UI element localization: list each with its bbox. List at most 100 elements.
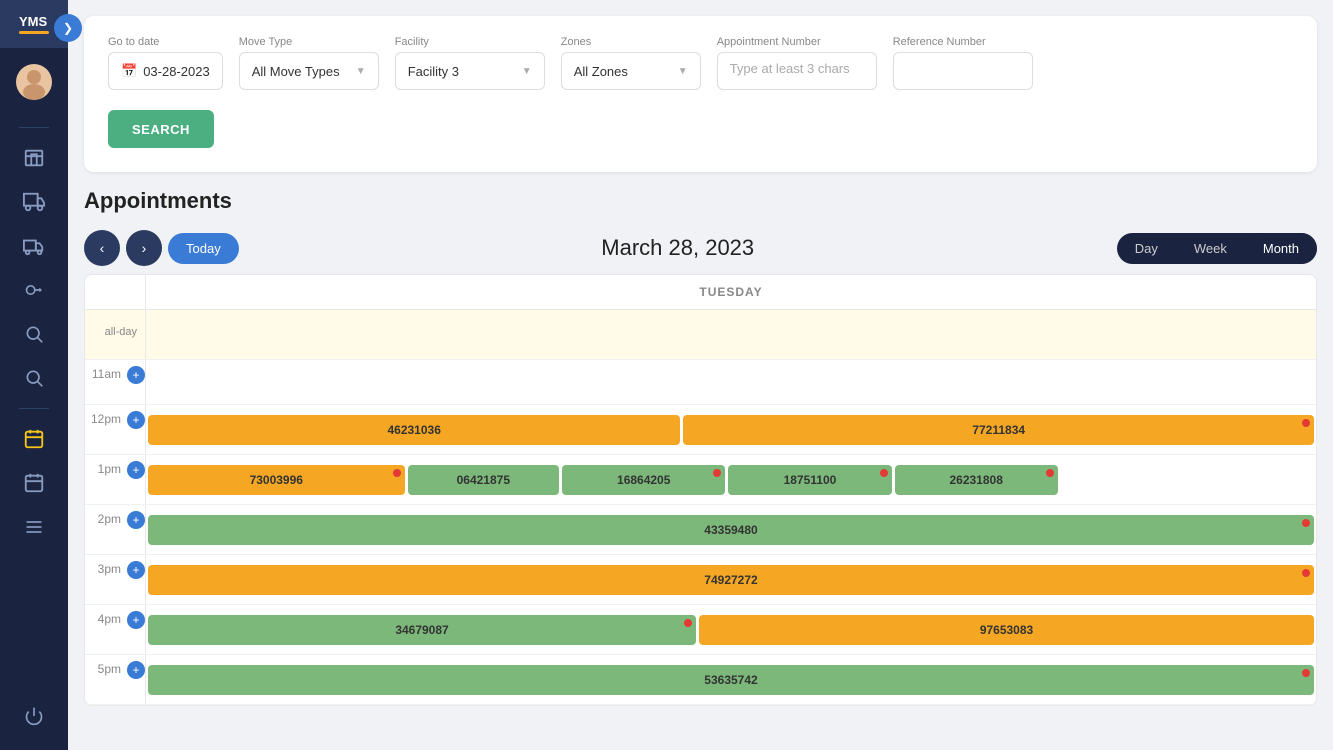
time-3pm: 3pm + xyxy=(85,555,145,604)
zones-arrow: ▼ xyxy=(678,66,688,77)
appointment-number-field: Appointment Number Type at least 3 chars xyxy=(717,36,877,90)
event-16864205[interactable]: 16864205 xyxy=(562,465,725,495)
collapse-button[interactable]: ❯ xyxy=(54,14,82,42)
appointment-number-label: Appointment Number xyxy=(717,36,877,48)
time-4pm: 4pm + xyxy=(85,605,145,654)
zones-label: Zones xyxy=(561,36,701,48)
calendar-icon: 📅 xyxy=(121,63,137,79)
event-dot xyxy=(393,469,401,477)
reference-number-field: Reference Number xyxy=(893,36,1033,90)
time-5pm: 5pm + xyxy=(85,655,145,704)
view-month-button[interactable]: Month xyxy=(1245,233,1317,264)
go-to-date-label: Go to date xyxy=(108,36,223,48)
event-dot xyxy=(1302,419,1310,427)
move-type-select[interactable]: All Move Types ▼ xyxy=(239,52,379,90)
reference-number-input[interactable] xyxy=(893,52,1033,90)
row-5pm: 5pm + 53635742 xyxy=(85,655,1316,705)
add-12pm-button[interactable]: + xyxy=(127,411,145,429)
event-dot xyxy=(684,619,692,627)
events-12pm: 46231036 77211834 xyxy=(145,405,1316,454)
events-3pm: 74927272 xyxy=(145,555,1316,604)
allday-events xyxy=(145,310,1316,359)
reference-number-label: Reference Number xyxy=(893,36,1033,48)
events-4pm: 34679087 97653083 xyxy=(145,605,1316,654)
move-type-label: Move Type xyxy=(239,36,379,48)
logo-text: YMS xyxy=(19,14,49,29)
zones-select[interactable]: All Zones ▼ xyxy=(561,52,701,90)
sidebar-icon-calendar2[interactable] xyxy=(16,465,52,501)
main-content: Go to date 📅 03-28-2023 Move Type All Mo… xyxy=(68,0,1333,750)
row-2pm: 2pm + 43359480 xyxy=(85,505,1316,555)
prev-button[interactable]: ‹ xyxy=(84,230,120,266)
add-5pm-button[interactable]: + xyxy=(127,661,145,679)
view-buttons: Day Week Month xyxy=(1117,233,1317,264)
sidebar-icon-calendar-active[interactable] xyxy=(16,421,52,457)
facility-value: Facility 3 xyxy=(408,64,459,79)
sidebar-divider-2 xyxy=(19,408,49,409)
search-button[interactable]: SEARCH xyxy=(108,110,214,148)
user-initial: F xyxy=(30,104,38,119)
zones-field: Zones All Zones ▼ xyxy=(561,36,701,90)
row-11am: 11am + xyxy=(85,360,1316,405)
current-date: March 28, 2023 xyxy=(601,235,754,261)
add-1pm-button[interactable]: + xyxy=(127,461,145,479)
event-dot xyxy=(1046,469,1054,477)
appointments-section: Appointments ‹ › Today March 28, 2023 Da… xyxy=(84,188,1317,706)
row-4pm: 4pm + 34679087 97653083 xyxy=(85,605,1316,655)
add-11am-button[interactable]: + xyxy=(127,366,145,384)
search-btn-row: SEARCH xyxy=(108,110,1293,148)
event-46231036[interactable]: 46231036 xyxy=(148,415,680,445)
add-3pm-button[interactable]: + xyxy=(127,561,145,579)
view-day-button[interactable]: Day xyxy=(1117,233,1176,264)
sidebar-icon-building[interactable] xyxy=(16,140,52,176)
add-2pm-button[interactable]: + xyxy=(127,511,145,529)
facility-label: Facility xyxy=(395,36,545,48)
event-97653083[interactable]: 97653083 xyxy=(699,615,1314,645)
sidebar-icon-search2[interactable] xyxy=(16,360,52,396)
event-53635742[interactable]: 53635742 xyxy=(148,665,1314,695)
view-week-button[interactable]: Week xyxy=(1176,233,1245,264)
sidebar-icon-list[interactable] xyxy=(16,509,52,545)
facility-arrow: ▼ xyxy=(522,66,532,77)
sidebar-icon-truck[interactable] xyxy=(16,184,52,220)
events-2pm: 43359480 xyxy=(145,505,1316,554)
event-26231808[interactable]: 26231808 xyxy=(895,465,1058,495)
appointment-number-input[interactable]: Type at least 3 chars xyxy=(717,52,877,90)
time-1pm: 1pm + xyxy=(85,455,145,504)
logo-bar xyxy=(19,31,49,34)
today-button[interactable]: Today xyxy=(168,233,239,264)
power-icon[interactable] xyxy=(16,698,52,734)
allday-row: all-day xyxy=(85,310,1316,360)
next-button[interactable]: › xyxy=(126,230,162,266)
sidebar-icon-delivery[interactable] xyxy=(16,228,52,264)
sidebar-icon-search1[interactable] xyxy=(16,316,52,352)
time-column-header xyxy=(85,275,145,309)
event-34679087[interactable]: 34679087 xyxy=(148,615,696,645)
calendar-header: TUESDAY xyxy=(85,275,1316,310)
move-type-arrow: ▼ xyxy=(356,66,366,77)
move-type-value: All Move Types xyxy=(252,64,340,79)
go-to-date-field: Go to date 📅 03-28-2023 xyxy=(108,36,223,90)
zones-value: All Zones xyxy=(574,64,628,79)
facility-select[interactable]: Facility 3 ▼ xyxy=(395,52,545,90)
row-1pm: 1pm + 73003996 06421875 16864205 xyxy=(85,455,1316,505)
event-18751100[interactable]: 18751100 xyxy=(728,465,891,495)
sidebar: YMS ❯ F xyxy=(0,0,68,750)
event-77211834[interactable]: 77211834 xyxy=(683,415,1314,445)
row-12pm: 12pm + 46231036 77211834 xyxy=(85,405,1316,455)
sidebar-bottom xyxy=(16,694,52,738)
add-4pm-button[interactable]: + xyxy=(127,611,145,629)
event-43359480[interactable]: 43359480 xyxy=(148,515,1314,545)
date-input[interactable]: 📅 03-28-2023 xyxy=(108,52,223,90)
appointments-title: Appointments xyxy=(84,188,1317,214)
search-row: Go to date 📅 03-28-2023 Move Type All Mo… xyxy=(108,36,1293,90)
event-06421875[interactable]: 06421875 xyxy=(408,465,560,495)
allday-label: all-day xyxy=(85,310,145,359)
calendar-controls: ‹ › Today March 28, 2023 Day Week Month xyxy=(84,230,1317,266)
event-73003996[interactable]: 73003996 xyxy=(148,465,405,495)
event-74927272[interactable]: 74927272 xyxy=(148,565,1314,595)
event-dot xyxy=(1302,569,1310,577)
facility-field: Facility Facility 3 ▼ xyxy=(395,36,545,90)
sidebar-icon-key[interactable] xyxy=(16,272,52,308)
event-dot xyxy=(1302,669,1310,677)
